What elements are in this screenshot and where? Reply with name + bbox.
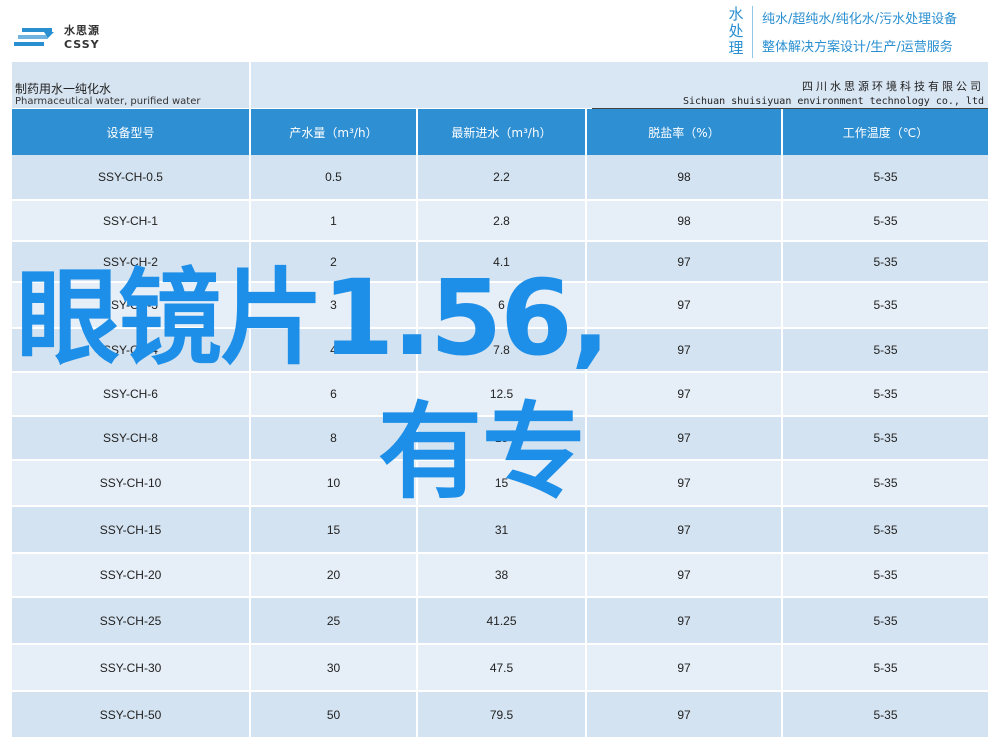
company-logo[interactable]: 水思源 CSSY — [14, 20, 124, 56]
cell-model: SSY-CH-20 — [12, 553, 251, 598]
company-name-en: Sichuan shuisiyuan environment technolog… — [682, 96, 984, 107]
overlay-headline-line-2: 有专 — [378, 391, 587, 513]
slogan-line-1: 纯水/超纯水/纯化水/污水处理设备 — [762, 12, 958, 27]
slogan-line-2: 整体解决方案设计/生产/运营服务 — [762, 40, 953, 55]
cell-temperature: 5-35 — [782, 416, 988, 461]
cell-temperature: 5-35 — [782, 460, 988, 507]
cell-desalination: 97 — [586, 416, 783, 461]
cell-inflow: 31 — [417, 506, 587, 554]
cell-desalination: 97 — [586, 460, 783, 507]
logo-text-en: CSSY — [64, 38, 100, 51]
table-row: SSY-CH-0.5 0.5 2.2 98 5-35 — [12, 155, 988, 201]
cell-model: SSY-CH-1 — [12, 200, 251, 242]
table-row: SSY-CH-1 1 2.8 98 5-35 — [12, 200, 988, 242]
table-row: SSY-CH-30 30 47.5 97 5-35 — [12, 644, 988, 692]
table-row: SSY-CH-50 50 79.5 97 5-35 — [12, 691, 988, 739]
cell-model: SSY-CH-25 — [12, 597, 251, 645]
cell-model: SSY-CH-30 — [12, 644, 251, 692]
column-header-model: 设备型号 — [12, 109, 251, 155]
cell-temperature: 5-35 — [782, 328, 988, 373]
cell-desalination: 98 — [586, 200, 783, 242]
table-row: SSY-CH-20 20 38 97 5-35 — [12, 553, 988, 598]
cell-output: 1 — [250, 200, 418, 242]
cell-inflow: 47.5 — [417, 644, 587, 692]
table-row: SSY-CH-25 25 41.25 97 5-35 — [12, 597, 988, 645]
cell-desalination: 97 — [586, 328, 783, 373]
cell-output: 0.5 — [250, 155, 418, 201]
logo-mark-icon — [14, 28, 54, 46]
company-name-cn: 四川水思源环境科技有限公司 — [802, 80, 984, 93]
cell-temperature: 5-35 — [782, 644, 988, 692]
band-divider — [249, 62, 251, 108]
cell-output: 20 — [250, 553, 418, 598]
table-header-row: 设备型号 产水量（m³/h） 最新进水（m³/h） 脱盐率（%） 工作温度（℃） — [12, 109, 988, 155]
column-header-desalination: 脱盐率（%） — [586, 109, 783, 155]
cell-temperature: 5-35 — [782, 155, 988, 201]
vertical-title: 水处理 — [728, 5, 744, 57]
cell-desalination: 97 — [586, 372, 783, 417]
cell-inflow: 41.25 — [417, 597, 587, 645]
top-header: 水思源 CSSY 水处理 纯水/超纯水/纯化水/污水处理设备 整体解决方案设计/… — [0, 0, 1000, 62]
cell-output: 30 — [250, 644, 418, 692]
cell-desalination: 97 — [586, 506, 783, 554]
cell-desalination: 98 — [586, 155, 783, 201]
cell-temperature: 5-35 — [782, 200, 988, 242]
logo-text-cn: 水思源 — [64, 24, 100, 37]
cell-model: SSY-CH-0.5 — [12, 155, 251, 201]
cell-inflow: 2.2 — [417, 155, 587, 201]
cell-temperature: 5-35 — [782, 553, 988, 598]
cell-model: SSY-CH-50 — [12, 691, 251, 739]
cell-output: 15 — [250, 506, 418, 554]
cell-desalination: 97 — [586, 691, 783, 739]
column-header-inflow: 最新进水（m³/h） — [417, 109, 587, 155]
cell-temperature: 5-35 — [782, 597, 988, 645]
header-divider — [752, 6, 753, 58]
product-name-cn: 制药用水一纯化水 — [15, 82, 112, 96]
product-name-en: Pharmaceutical water, purified water — [15, 96, 201, 107]
column-header-output: 产水量（m³/h） — [250, 109, 418, 155]
cell-desalination: 97 — [586, 553, 783, 598]
cell-desalination: 97 — [586, 644, 783, 692]
cell-desalination: 97 — [586, 282, 783, 329]
cell-temperature: 5-35 — [782, 282, 988, 329]
cell-inflow: 2.8 — [417, 200, 587, 242]
cell-desalination: 97 — [586, 597, 783, 645]
cell-output: 25 — [250, 597, 418, 645]
column-header-temperature: 工作温度（℃） — [782, 109, 988, 155]
cell-temperature: 5-35 — [782, 691, 988, 739]
cell-inflow: 79.5 — [417, 691, 587, 739]
cell-temperature: 5-35 — [782, 506, 988, 554]
overlay-headline-line-1: 眼镜片1.56, — [16, 257, 610, 379]
cell-temperature: 5-35 — [782, 241, 988, 283]
table-row: SSY-CH-15 15 31 97 5-35 — [12, 506, 988, 554]
cell-model: SSY-CH-10 — [12, 460, 251, 507]
cell-temperature: 5-35 — [782, 372, 988, 417]
cell-desalination: 97 — [586, 241, 783, 283]
cell-output: 50 — [250, 691, 418, 739]
cell-inflow: 38 — [417, 553, 587, 598]
cell-model: SSY-CH-8 — [12, 416, 251, 461]
cell-model: SSY-CH-15 — [12, 506, 251, 554]
